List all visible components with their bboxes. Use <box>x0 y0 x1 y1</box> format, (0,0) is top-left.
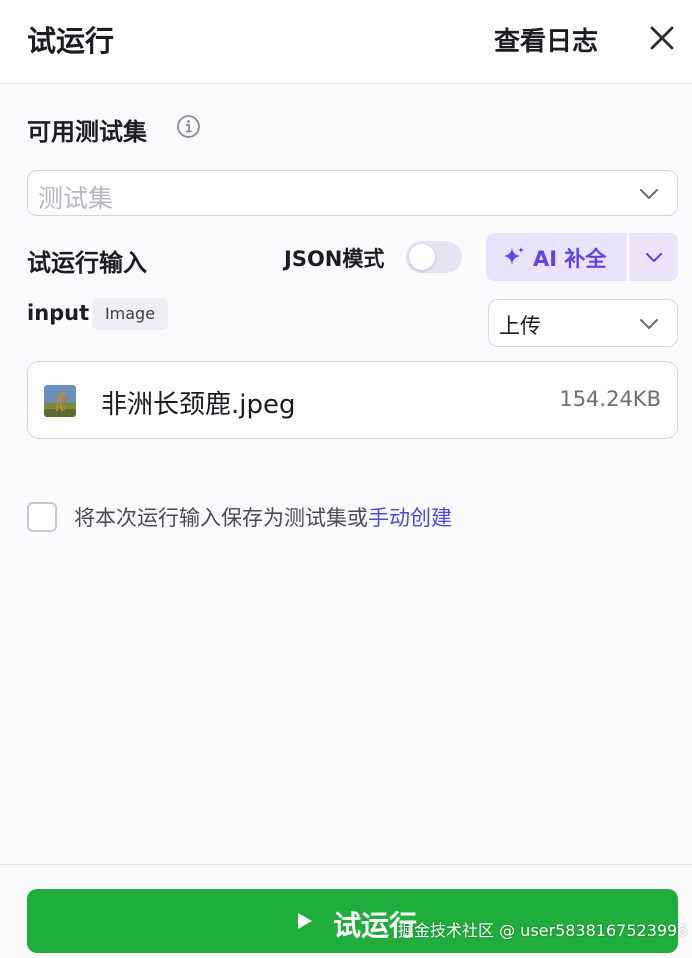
info-icon[interactable] <box>176 114 201 139</box>
view-log-button[interactable]: 查看日志 <box>494 21 598 58</box>
save-test-set-label: 将本次运行输入保存为测试集或 <box>74 506 368 530</box>
panel-header: 试运行 查看日志 <box>0 0 692 84</box>
test-set-select[interactable]: 测试集 <box>27 170 678 216</box>
test-set-label: 可用测试集 <box>27 118 147 146</box>
file-name: 非洲长颈鹿.jpeg <box>101 390 296 420</box>
play-icon <box>298 913 312 929</box>
json-mode-label: JSON模式 <box>284 247 385 271</box>
input-source-value: 上传 <box>499 314 541 338</box>
test-set-placeholder: 测试集 <box>38 184 114 213</box>
close-icon[interactable] <box>646 22 678 54</box>
file-size: 154.24KB <box>559 387 661 411</box>
param-type-badge: Image <box>92 298 168 330</box>
chevron-down-icon <box>640 189 658 199</box>
sparkle-icon <box>504 247 524 265</box>
manual-create-link[interactable]: 手动创建 <box>368 506 452 530</box>
ai-complete-button[interactable]: AI 补全 <box>486 233 627 281</box>
uploaded-file-card[interactable]: 非洲长颈鹿.jpeg 154.24KB <box>27 361 678 439</box>
chevron-down-icon <box>646 253 662 262</box>
toggle-knob <box>409 244 435 270</box>
save-test-set-text: 将本次运行输入保存为测试集或手动创建 <box>74 502 452 532</box>
footer-divider <box>0 864 692 865</box>
input-source-select[interactable]: 上传 <box>488 299 678 347</box>
ai-complete-dropdown[interactable] <box>629 233 678 281</box>
panel-title: 试运行 <box>27 24 115 58</box>
save-test-set-checkbox[interactable] <box>27 502 57 532</box>
ai-complete-label: AI 补全 <box>533 247 607 271</box>
chevron-down-icon <box>640 319 658 329</box>
param-name: input <box>27 301 90 325</box>
watermark: 掘金技术社区 @ user5838167523996 <box>398 921 688 940</box>
image-thumbnail <box>44 385 76 417</box>
json-mode-toggle[interactable] <box>406 241 462 273</box>
run-input-label: 试运行输入 <box>27 249 147 277</box>
